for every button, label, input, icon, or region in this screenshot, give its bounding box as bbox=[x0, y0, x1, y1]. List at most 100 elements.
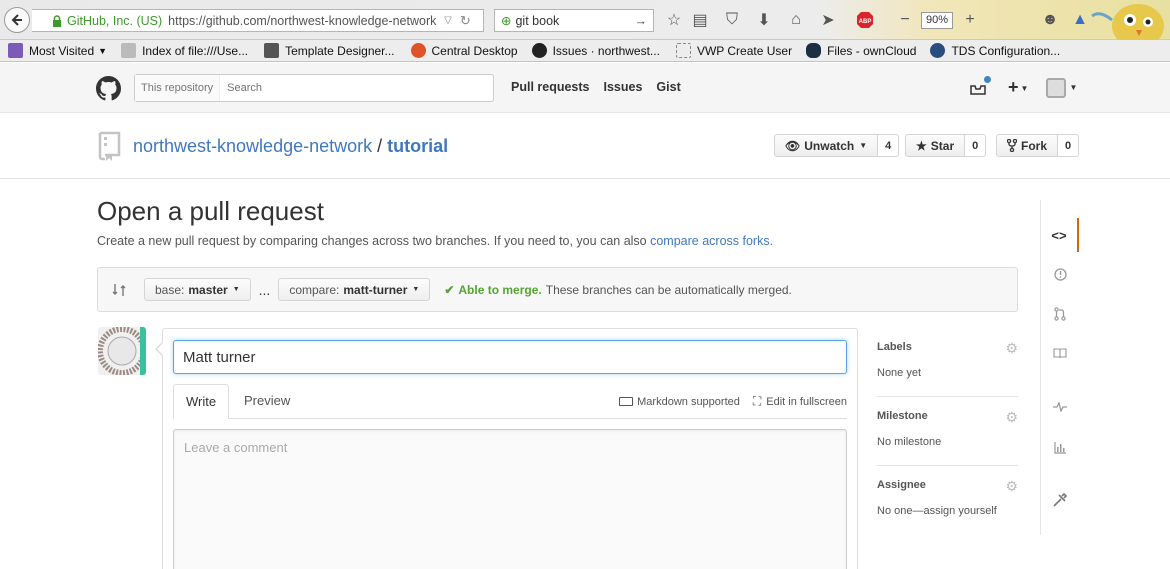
compare-branch-select[interactable]: compare: matt-turner ▼ bbox=[278, 278, 431, 301]
url-bar[interactable]: GitHub, Inc. (US) https://github.com/nor… bbox=[32, 9, 484, 32]
sidebar-assignee: Assignee ⚙ No one—assign yourself bbox=[877, 479, 1018, 534]
compare-icon[interactable] bbox=[112, 283, 126, 297]
bookmark-label: Index of file:///Use... bbox=[142, 43, 249, 58]
bookmark-label: Files - ownCloud bbox=[827, 43, 917, 58]
reload-icon[interactable]: ↻ bbox=[460, 13, 471, 29]
unwatch-label: Unwatch bbox=[804, 138, 855, 153]
edit-fullscreen-link[interactable]: Edit in fullscreen bbox=[766, 396, 847, 408]
downloads-icon[interactable]: ⬇ bbox=[754, 10, 774, 30]
site-search[interactable]: This repository bbox=[134, 74, 494, 102]
pulse-icon bbox=[1053, 402, 1067, 412]
nav-issues-icon[interactable] bbox=[1041, 257, 1079, 291]
github-logo-icon[interactable] bbox=[96, 76, 121, 104]
search-go-icon[interactable]: → bbox=[635, 14, 648, 28]
tab-preview[interactable]: Preview bbox=[232, 384, 302, 419]
fork-button[interactable]: Fork bbox=[996, 134, 1059, 157]
nav-graphs-icon[interactable] bbox=[1041, 430, 1079, 464]
smiley-icon[interactable]: ☻ bbox=[1040, 10, 1060, 30]
back-arrow-icon bbox=[11, 14, 22, 26]
send-icon[interactable]: ➤ bbox=[818, 10, 838, 30]
bookmark-label: Issues · northwest... bbox=[552, 43, 660, 58]
bookmark-star-icon[interactable]: ☆ bbox=[664, 10, 684, 30]
author-avatar[interactable] bbox=[98, 327, 146, 375]
unwatch-button[interactable]: 👁︎ Unwatch ▼ bbox=[774, 134, 879, 157]
watch-group: 👁︎ Unwatch ▼ 4 bbox=[774, 134, 900, 157]
github-icon bbox=[531, 43, 547, 58]
check-icon: ✔ bbox=[444, 282, 455, 297]
reading-list-icon[interactable]: ▤ bbox=[690, 10, 710, 30]
repo-owner-link[interactable]: northwest-knowledge-network bbox=[133, 136, 372, 157]
nav-code-icon[interactable]: <> bbox=[1041, 218, 1079, 252]
lock-icon bbox=[53, 14, 61, 27]
bookmark-central-desktop[interactable]: Central Desktop bbox=[410, 41, 518, 61]
create-new-button[interactable]: + ▼ bbox=[1008, 77, 1028, 98]
pocket-icon[interactable]: ⛉ bbox=[722, 10, 742, 30]
graduation-cap-icon[interactable]: ▲ bbox=[1070, 10, 1090, 30]
pull-request-icon bbox=[1054, 307, 1066, 321]
pr-title-input[interactable] bbox=[173, 340, 847, 374]
nav-settings-icon[interactable] bbox=[1041, 483, 1079, 517]
forks-count[interactable]: 0 bbox=[1058, 134, 1080, 157]
stargazers-count[interactable]: 0 bbox=[965, 134, 987, 157]
adblock-icon[interactable]: ABP bbox=[850, 10, 880, 30]
fork-icon bbox=[1007, 139, 1017, 152]
zoom-in-icon[interactable]: + bbox=[960, 10, 980, 30]
sidebar-milestone: Milestone ⚙ No milestone bbox=[877, 410, 1018, 466]
star-group: ★ Star 0 bbox=[905, 134, 987, 157]
zoom-level[interactable]: 90% bbox=[921, 12, 953, 29]
nav-pulse-icon[interactable] bbox=[1041, 390, 1079, 424]
search-input[interactable] bbox=[227, 82, 428, 94]
star-label: Star bbox=[930, 138, 955, 153]
bookmark-issues[interactable]: Issues · northwest... bbox=[531, 41, 660, 61]
zoom-out-icon[interactable]: − bbox=[895, 10, 915, 30]
user-menu[interactable]: ▼ bbox=[1046, 77, 1077, 98]
bookmark-template-designer[interactable]: Template Designer... bbox=[264, 41, 395, 61]
watchers-count[interactable]: 4 bbox=[878, 134, 900, 157]
base-branch-select[interactable]: base: master ▼ bbox=[144, 278, 251, 301]
nav-gist[interactable]: Gist bbox=[656, 80, 680, 94]
bookmarks-toolbar: Most Visited ▼ Index of file:///Use... Te… bbox=[0, 40, 1170, 62]
comment-textarea[interactable] bbox=[173, 429, 847, 569]
bookmark-owncloud[interactable]: Files - ownCloud bbox=[806, 41, 916, 61]
bookmark-vwp-create-user[interactable]: VWP Create User bbox=[675, 41, 792, 61]
repo-name-link[interactable]: tutorial bbox=[387, 136, 448, 157]
nav-wiki-icon[interactable] bbox=[1041, 336, 1079, 370]
merge-status: ✔ Able to merge. These branches can be a… bbox=[444, 283, 792, 297]
bookmark-label: Most Visited bbox=[29, 43, 95, 58]
back-button[interactable] bbox=[4, 7, 30, 33]
bookmark-tds-configuration[interactable]: TDS Configuration... bbox=[930, 41, 1060, 61]
discussion-sidebar: Labels ⚙ None yet Milestone ⚙ No milesto… bbox=[877, 341, 1018, 547]
merge-status-note: These branches can be automatically merg… bbox=[545, 282, 792, 297]
bookmark-most-visited[interactable]: Most Visited ▼ bbox=[8, 41, 107, 61]
milestone-gear-icon[interactable]: ⚙ bbox=[1005, 410, 1018, 424]
search-engine-icon[interactable]: ⊕ bbox=[501, 13, 511, 28]
url-dropdown-icon[interactable]: ▽ bbox=[444, 15, 452, 26]
labels-gear-icon[interactable]: ⚙ bbox=[1005, 341, 1018, 355]
chevron-down-icon: ▼ bbox=[859, 141, 868, 150]
header-nav: Pull requests Issues Gist bbox=[511, 80, 681, 94]
compare-label: compare: bbox=[289, 282, 340, 297]
eye-icon: 👁︎ bbox=[785, 138, 801, 153]
assignee-value[interactable]: No one—assign yourself bbox=[877, 505, 1018, 517]
central-desktop-icon bbox=[410, 43, 426, 58]
site-identity[interactable]: GitHub, Inc. (US) bbox=[52, 14, 162, 28]
home-icon[interactable]: ⌂ bbox=[786, 10, 806, 30]
range-dots: ... bbox=[258, 281, 271, 298]
compare-across-forks-link[interactable]: compare across forks. bbox=[650, 234, 773, 248]
markdown-supported-link[interactable]: Markdown supported bbox=[637, 396, 740, 408]
merge-status-label: Able to merge. bbox=[458, 282, 542, 297]
chevron-down-icon: ▼ bbox=[232, 286, 240, 293]
folder-icon bbox=[8, 43, 23, 58]
search-bar[interactable]: ⊕ git book → bbox=[494, 9, 654, 32]
nav-pull-requests-icon[interactable] bbox=[1041, 297, 1079, 331]
assignee-heading: Assignee bbox=[877, 479, 926, 491]
tab-write[interactable]: Write bbox=[173, 384, 230, 419]
star-button[interactable]: ★ Star bbox=[905, 134, 966, 157]
nav-pull-requests[interactable]: Pull requests bbox=[511, 80, 590, 94]
assignee-gear-icon[interactable]: ⚙ bbox=[1005, 479, 1018, 493]
composer-tabs: Write Preview Markdown supported ⛶ Edit … bbox=[173, 384, 847, 419]
bookmark-index-of-file[interactable]: Index of file:///Use... bbox=[121, 41, 248, 61]
notifications-icon[interactable] bbox=[970, 74, 992, 95]
nav-issues[interactable]: Issues bbox=[604, 80, 643, 94]
url-text[interactable]: https://github.com/northwest-knowledge-n… bbox=[168, 14, 438, 28]
